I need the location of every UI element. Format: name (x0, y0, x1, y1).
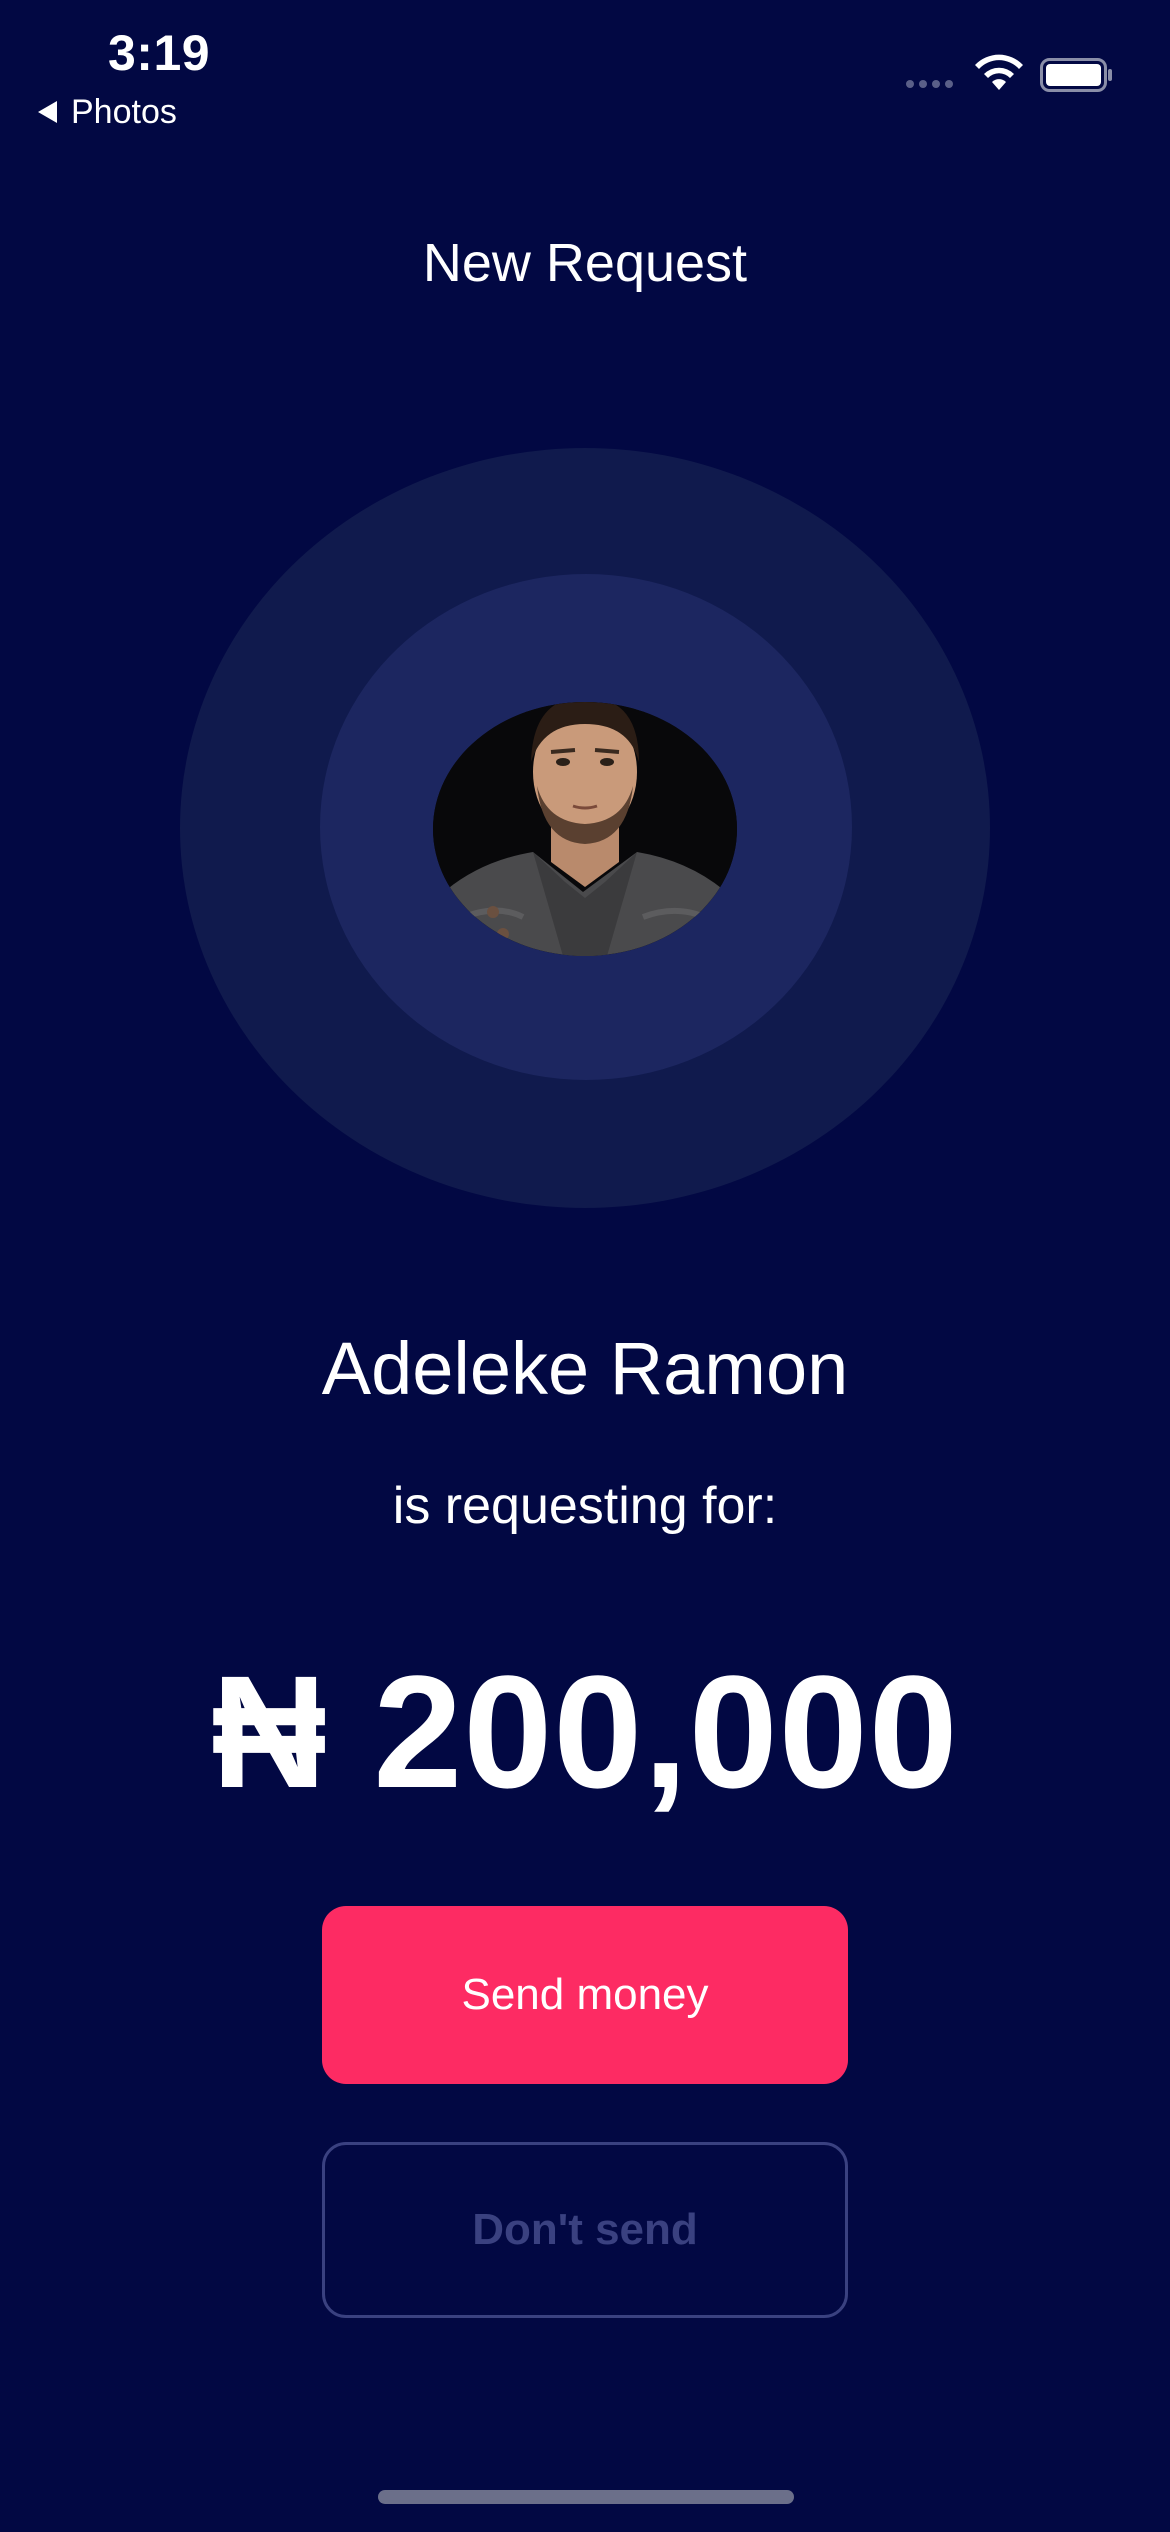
send-money-button[interactable]: Send money (322, 1906, 848, 2084)
back-arrow-icon (38, 101, 57, 123)
request-caption: is requesting for: (392, 1477, 778, 1535)
page-title: New Request (422, 233, 748, 293)
home-indicator[interactable] (378, 2490, 794, 2504)
wifi-icon (975, 54, 1023, 90)
back-label: Photos (71, 92, 177, 131)
back-to-photos-button[interactable]: Photos (38, 90, 177, 134)
request-screen: 3:19 Photos New Request Adeleke Ramon is… (0, 0, 1170, 2532)
dont-send-label: Don't send (472, 2205, 698, 2254)
requester-name: Adeleke Ramon (321, 1327, 849, 1410)
send-money-label: Send money (461, 1970, 709, 2019)
battery-icon (1040, 58, 1112, 92)
requested-amount: ₦ 200,000 (211, 1642, 959, 1821)
cellular-signal-icon (906, 80, 953, 88)
user-avatar-photo (433, 702, 737, 956)
status-time: 3:19 (108, 25, 211, 81)
requester-avatar (433, 702, 737, 956)
dont-send-button[interactable]: Don't send (322, 2142, 848, 2318)
